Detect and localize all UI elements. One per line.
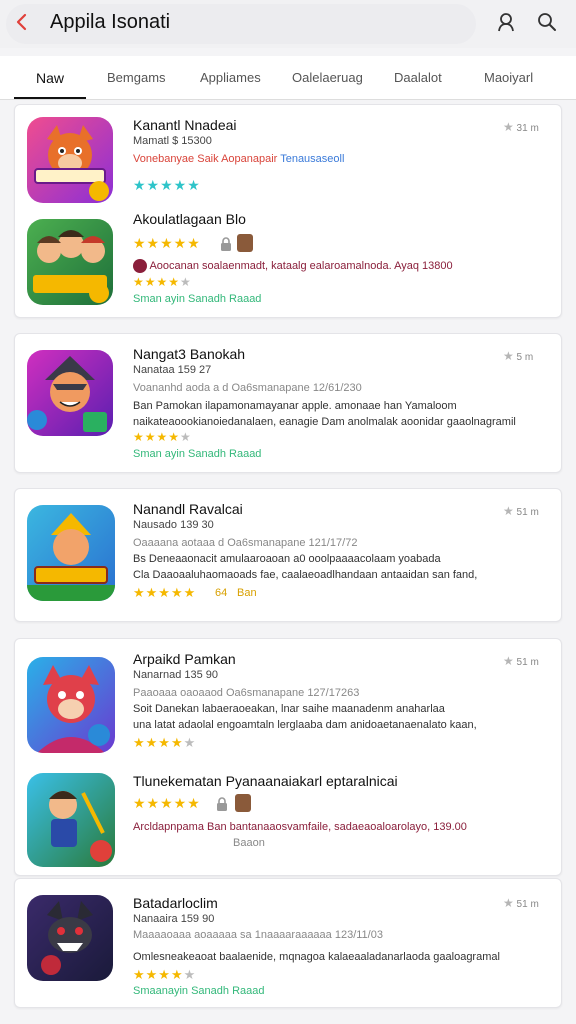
- tab-apps[interactable]: Appliames: [200, 70, 261, 85]
- star-rating: ★★★★★: [133, 967, 197, 982]
- app-price: Mamatl $ 15300: [133, 135, 212, 147]
- app-meta: Paaoaaa oaoaaod Oa6smanapane 127/17263: [133, 687, 360, 699]
- card-rating: ★ 31 m: [503, 120, 539, 134]
- star-icon: ★: [503, 349, 514, 363]
- tab-categories[interactable]: Oalelaeruag: [292, 70, 363, 85]
- app-price: Nanarnad 135 90: [133, 669, 219, 681]
- app-icon-heroes[interactable]: [27, 219, 113, 305]
- tab-top[interactable]: Daalalot: [394, 70, 442, 85]
- app-card[interactable]: ★ 51 m Arpaikd Pamkan Nanarnad 135 90 Pa…: [14, 638, 562, 876]
- app-description: una latat adaolal engoamtaln lerglaaba d…: [133, 719, 477, 731]
- app-developer[interactable]: Baaon: [233, 837, 265, 849]
- star-rating: ★★★★★: [133, 177, 201, 193]
- star-rating: ★★★★★: [133, 735, 197, 750]
- search-button[interactable]: [536, 11, 560, 35]
- app-card[interactable]: ★ 31 m Kanantl Nnadeai Mamatl $ 15300 Vo…: [14, 104, 562, 318]
- app-icon-cat[interactable]: [27, 657, 115, 753]
- app-description: Bs Deneaaonacit amulaaroaoan a0 ooolpaaa…: [133, 553, 441, 565]
- app-tag: Ban: [237, 587, 257, 599]
- app-icon-knight[interactable]: [27, 505, 115, 601]
- app-developer[interactable]: Sman ayin Sanadh Raaad: [133, 448, 261, 460]
- app-card[interactable]: ★ 51 m Nanandl Ravalcai Nausado 139 30 O…: [14, 488, 562, 622]
- app-name[interactable]: Kanantl Nnadeai: [133, 117, 237, 133]
- app-description: Ban Pamokan ilapamonamayanar apple. amon…: [133, 400, 457, 412]
- card-rating: ★ 5 m: [503, 349, 534, 363]
- active-tab-indicator: [14, 97, 86, 99]
- tab-more[interactable]: Maoiyarl: [484, 70, 533, 85]
- chevron-left-icon: [16, 13, 27, 31]
- app-meta: Maaaaoaaa aoaaaaa sa 1naaaaraaaaaa 123/1…: [133, 929, 383, 941]
- app-name[interactable]: Nangat3 Banokah: [133, 346, 245, 362]
- app-name[interactable]: Akoulatlagaan Blo: [133, 211, 246, 227]
- app-card[interactable]: ★ 51 m Batadarloclim Nanaaira 159 90 Maa…: [14, 878, 562, 1008]
- app-name[interactable]: Tlunekematan Pyanaanaiakarl eptaralnicai: [133, 773, 398, 789]
- avatar: [235, 794, 251, 812]
- app-meta: Voananhd aoda a d Oa6smanapane 12/61/230: [133, 382, 362, 394]
- app-name[interactable]: Nanandl Ravalcai: [133, 501, 243, 517]
- app-name[interactable]: Arpaikd Pamkan: [133, 651, 236, 667]
- rating-count: 64: [215, 587, 228, 599]
- app-tagline: Vonebanyae Saik Aopanapair Tenausaseoll: [133, 153, 345, 165]
- category-tabs: Naw Bemgams Appliames Oalelaeruag Daalal…: [0, 56, 576, 100]
- card-rating: ★ 51 m: [503, 896, 539, 910]
- app-developer[interactable]: Sman ayin Sanadh Raaad: [133, 293, 261, 305]
- app-bar: Appila Isonati: [0, 0, 576, 48]
- app-card[interactable]: ★ 5 m Nangat3 Banokah Nanataa 159 27 Voa…: [14, 333, 562, 473]
- person-icon: [498, 13, 514, 32]
- app-icon-warrior[interactable]: [27, 350, 113, 436]
- search-icon: [538, 13, 556, 31]
- back-button[interactable]: [12, 10, 36, 34]
- app-price: Nanaaira 159 90: [133, 913, 215, 925]
- tab-games[interactable]: Bemgams: [107, 70, 166, 85]
- star-icon: ★: [503, 896, 514, 910]
- star-icon: ★: [503, 504, 514, 518]
- app-price: Nausado 139 30: [133, 519, 214, 531]
- star-rating: ★★★★★: [133, 235, 201, 251]
- app-description: Soit Danekan labaeraoeakan, lnar saihe m…: [133, 703, 445, 715]
- lock-icon: [215, 796, 229, 817]
- avatar: [237, 234, 253, 252]
- app-price: Nanataa 159 27: [133, 364, 212, 376]
- app-icon-dragon[interactable]: [27, 895, 113, 981]
- app-icon-adventurer[interactable]: [27, 773, 115, 867]
- app-description: naikateaoookianoiedanalaen, eanagie Dam …: [133, 416, 516, 428]
- app-developer[interactable]: Smaanayin Sanadh Raaad: [133, 985, 264, 997]
- app-description: Omlesneakeaoat baalaenide, mqnagoa kalae…: [133, 951, 500, 963]
- app-description: Arcldapnpama Ban bantanaaosvamfaile, sad…: [133, 821, 467, 833]
- app-description: Aoocanan soalaenmadt, kataalg ealaroamal…: [133, 259, 453, 273]
- app-description: Cla Daaoaaluhaomaoads fae, caalaeoadlhan…: [133, 569, 478, 581]
- lock-icon: [219, 236, 233, 257]
- tab-new[interactable]: Naw: [36, 70, 64, 86]
- star-rating: ★★★★★: [133, 585, 197, 600]
- star-rating: ★★★★★: [133, 430, 192, 444]
- star-rating: ★★★★★: [133, 275, 192, 289]
- app-meta: Oaaaana aotaaa d Oa6smanapane 121/17/72: [133, 537, 358, 549]
- card-rating: ★ 51 m: [503, 504, 539, 518]
- account-button[interactable]: [496, 11, 520, 35]
- star-icon: ★: [503, 654, 514, 668]
- star-rating: ★★★★★: [133, 795, 201, 811]
- badge-icon: [133, 259, 147, 273]
- star-icon: ★: [503, 120, 514, 134]
- card-rating: ★ 51 m: [503, 654, 539, 668]
- app-name[interactable]: Batadarloclim: [133, 895, 218, 911]
- app-icon-fox[interactable]: [27, 117, 113, 203]
- page-title: Appila Isonati: [50, 11, 171, 33]
